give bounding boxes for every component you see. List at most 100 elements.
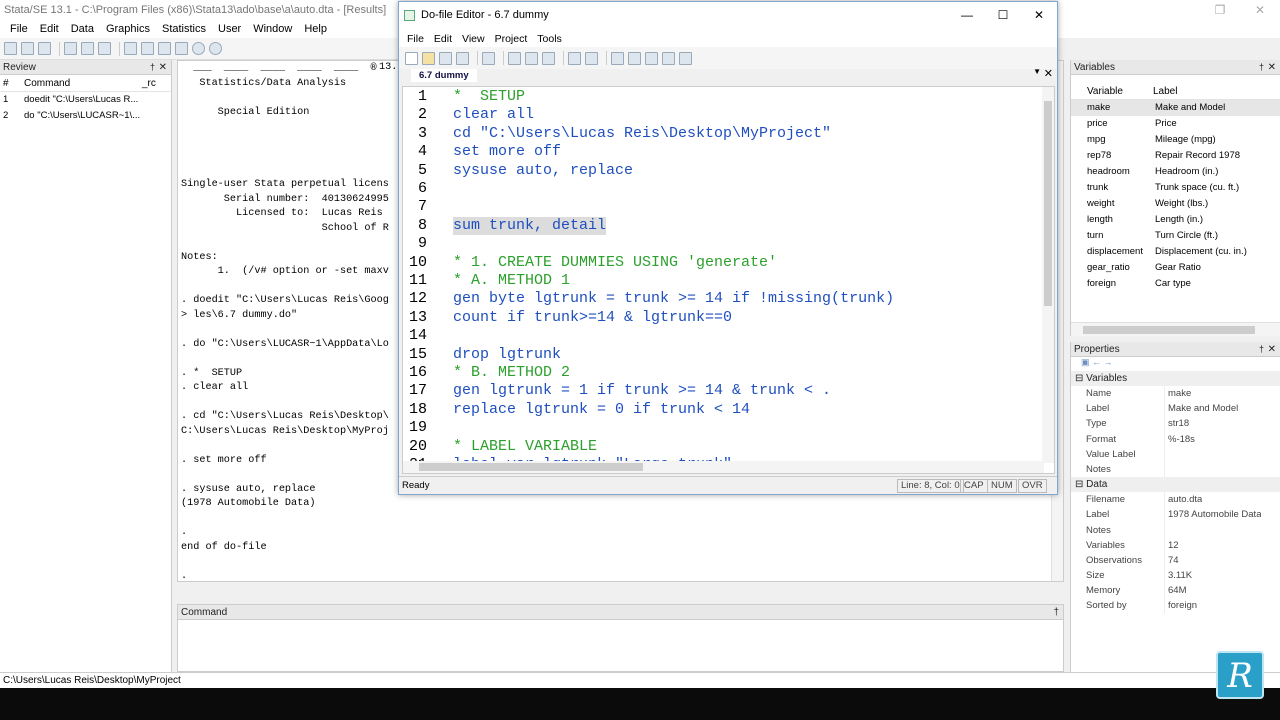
chevron-down-icon[interactable]: ▼ (1033, 67, 1041, 76)
scroll-thumb[interactable] (1083, 326, 1255, 334)
property-row[interactable]: Filename auto.dta (1071, 492, 1280, 508)
undo-icon[interactable] (568, 51, 581, 65)
variable-row[interactable]: mpg Mileage (mpg) (1071, 132, 1280, 148)
editor-hscrollbar[interactable] (403, 461, 1044, 473)
minimize-icon[interactable]: — (949, 2, 985, 28)
graph-icon[interactable] (98, 42, 111, 55)
new-icon[interactable] (405, 51, 418, 65)
property-row[interactable]: Notes (1071, 522, 1280, 538)
pin-icon[interactable]: † (1259, 60, 1264, 75)
dofile-menu-file[interactable]: File (407, 33, 424, 45)
menu-item-edit[interactable]: Edit (40, 23, 59, 35)
close-tab-icon[interactable]: ✕ (1044, 67, 1053, 80)
properties-nav[interactable]: ▣ ← → (1071, 357, 1280, 371)
column-variable[interactable]: Variable (1071, 83, 1153, 99)
property-row[interactable]: Name make (1071, 386, 1280, 402)
save-icon[interactable] (21, 42, 34, 55)
variable-row[interactable]: rep78 Repair Record 1978 (1071, 148, 1280, 164)
maximize-icon[interactable]: ☐ (985, 2, 1021, 28)
column-label[interactable]: Label (1153, 83, 1177, 99)
dofile-menu-edit[interactable]: Edit (434, 33, 452, 45)
pin-icon[interactable]: † (1053, 605, 1059, 620)
close-icon[interactable]: ✕ (1268, 342, 1276, 357)
variables-manager-icon[interactable] (175, 42, 188, 55)
data-editor-icon[interactable] (141, 42, 154, 55)
property-row[interactable]: Memory 64M (1071, 583, 1280, 599)
variable-row[interactable]: trunk Trunk space (cu. ft.) (1071, 180, 1280, 196)
copy-icon[interactable] (525, 51, 538, 65)
variable-row[interactable]: length Length (in.) (1071, 212, 1280, 228)
column-number[interactable]: # (0, 75, 24, 91)
property-row[interactable]: Size 3.11K (1071, 568, 1280, 584)
variable-row[interactable]: foreign Car type (1071, 276, 1280, 292)
property-row[interactable]: Value Label (1071, 446, 1280, 462)
break-icon[interactable] (209, 42, 222, 55)
open-icon[interactable] (4, 42, 17, 55)
property-row[interactable]: Label Make and Model (1071, 401, 1280, 417)
log-icon[interactable] (64, 42, 77, 55)
print-icon[interactable] (38, 42, 51, 55)
variable-row[interactable]: gear_ratio Gear Ratio (1071, 260, 1280, 276)
menu-item-help[interactable]: Help (304, 23, 327, 35)
menu-item-statistics[interactable]: Statistics (162, 23, 206, 35)
command-pane[interactable]: Command † (177, 604, 1064, 672)
pin-icon[interactable]: † (150, 60, 155, 75)
column-rc[interactable]: _rc (142, 75, 156, 91)
dofile-menu-tools[interactable]: Tools (537, 33, 562, 45)
restore-icon[interactable]: ❐ (1200, 0, 1240, 20)
close-icon[interactable]: ✕ (1240, 0, 1280, 20)
save-icon[interactable] (439, 51, 452, 65)
property-row[interactable]: Format %-18s (1071, 431, 1280, 447)
print-icon[interactable] (456, 51, 469, 65)
variables-hscrollbar[interactable] (1071, 322, 1280, 336)
review-row[interactable]: 2 do "C:\Users\LUCASR~1\... (0, 108, 171, 124)
indent-icon[interactable] (611, 51, 624, 65)
variable-row[interactable]: headroom Headroom (in.) (1071, 164, 1280, 180)
property-row[interactable]: Variables 12 (1071, 537, 1280, 553)
data-section-header[interactable]: ⊟ Data (1071, 477, 1280, 493)
property-row[interactable]: Sorted by foreign (1071, 598, 1280, 614)
viewer-icon[interactable] (81, 42, 94, 55)
menu-item-window[interactable]: Window (253, 23, 292, 35)
variable-row[interactable]: make Make and Model (1071, 100, 1280, 116)
property-row[interactable]: Label 1978 Automobile Data (1071, 507, 1280, 523)
property-row[interactable]: Notes (1071, 461, 1280, 478)
more-icon[interactable] (192, 42, 205, 55)
cut-icon[interactable] (508, 51, 521, 65)
scroll-thumb[interactable] (419, 463, 643, 471)
variable-row[interactable]: weight Weight (lbs.) (1071, 196, 1280, 212)
menu-item-graphics[interactable]: Graphics (106, 23, 150, 35)
pin-icon[interactable]: † (1259, 342, 1264, 357)
open-icon[interactable] (422, 51, 435, 65)
column-command[interactable]: Command (24, 75, 142, 91)
close-icon[interactable]: ✕ (1268, 60, 1276, 75)
review-row[interactable]: 1 doedit "C:\Users\Lucas R... (0, 92, 171, 108)
menu-item-data[interactable]: Data (71, 23, 94, 35)
variable-row[interactable]: turn Turn Circle (ft.) (1071, 228, 1280, 244)
paste-icon[interactable] (542, 51, 555, 65)
variables-filter[interactable] (1071, 75, 1280, 83)
redo-icon[interactable] (585, 51, 598, 65)
find-icon[interactable] (482, 51, 495, 65)
close-icon[interactable]: ✕ (1021, 2, 1057, 28)
tab-6-7-dummy[interactable]: 6.7 dummy (411, 69, 477, 82)
scroll-thumb[interactable] (1044, 101, 1052, 306)
variable-row[interactable]: displacement Displacement (cu. in.) (1071, 244, 1280, 260)
variables-section-header[interactable]: ⊟ Variables (1071, 371, 1280, 386)
dofile-menu-project[interactable]: Project (495, 33, 528, 45)
run-icon[interactable] (679, 51, 692, 65)
bookmark-icon[interactable] (645, 51, 658, 65)
execute-icon[interactable] (662, 51, 675, 65)
menu-item-user[interactable]: User (218, 23, 241, 35)
dofile-editor-icon[interactable] (124, 42, 137, 55)
menu-item-file[interactable]: File (10, 23, 28, 35)
dofile-menu-view[interactable]: View (462, 33, 485, 45)
editor-vscrollbar[interactable] (1042, 87, 1054, 463)
close-icon[interactable]: ✕ (159, 60, 167, 75)
variable-row[interactable]: price Price (1071, 116, 1280, 132)
property-row[interactable]: Type str18 (1071, 416, 1280, 432)
unindent-icon[interactable] (628, 51, 641, 65)
property-row[interactable]: Observations 74 (1071, 552, 1280, 569)
code-editor[interactable]: 1 * SETUP 2 clear all 3 cd "C:\Users\Lucas Re… (402, 86, 1055, 474)
data-browser-icon[interactable] (158, 42, 171, 55)
